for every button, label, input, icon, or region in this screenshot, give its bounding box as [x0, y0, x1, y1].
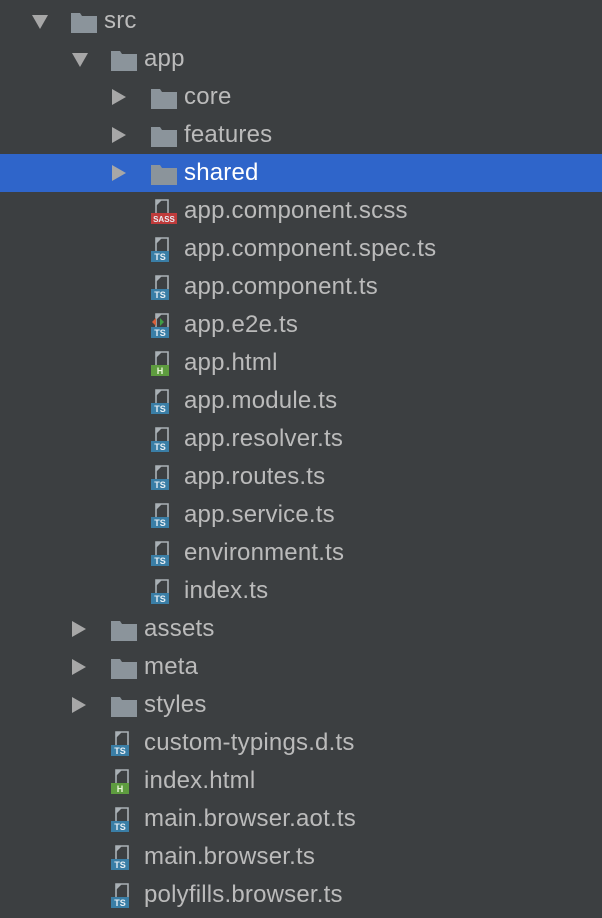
tree-item-label: features [184, 121, 273, 148]
folder-row-features[interactable]: features [0, 116, 602, 154]
tree-item-label: app.component.scss [184, 197, 408, 224]
tree-item-label: index.html [144, 767, 256, 794]
tree-item-label: app.service.ts [184, 501, 335, 528]
file-row-app-component-scss[interactable]: SASS app.component.scss [0, 192, 602, 230]
svg-text:TS: TS [154, 518, 166, 528]
svg-text:SASS: SASS [153, 215, 175, 224]
tree-item-label: custom-typings.d.ts [144, 729, 355, 756]
folder-icon [150, 161, 178, 187]
file-row-custom-typings-d-ts[interactable]: TS custom-typings.d.ts [0, 724, 602, 762]
file-row-app-routes-ts[interactable]: TS app.routes.ts [0, 458, 602, 496]
typescript-file-icon: TS [150, 427, 178, 453]
typescript-file-icon: TS [150, 237, 178, 263]
file-row-app-service-ts[interactable]: TS app.service.ts [0, 496, 602, 534]
sass-file-icon: SASS [150, 199, 178, 225]
typescript-file-icon: TS [150, 465, 178, 491]
tree-item-label: main.browser.ts [144, 843, 316, 870]
typescript-file-icon: TS [150, 541, 178, 567]
file-row-app-resolver-ts[interactable]: TS app.resolver.ts [0, 420, 602, 458]
svg-text:TS: TS [154, 594, 166, 604]
folder-row-src[interactable]: src [0, 2, 602, 40]
typescript-file-icon: TS [150, 275, 178, 301]
folder-icon [110, 617, 138, 643]
expand-arrow-right-icon[interactable] [112, 165, 126, 181]
typescript-file-icon: TS [110, 807, 138, 833]
file-row-polyfills-browser-ts[interactable]: TS polyfills.browser.ts [0, 876, 602, 914]
folder-row-shared[interactable]: shared [0, 154, 602, 192]
svg-text:TS: TS [154, 328, 166, 338]
typescript-file-icon: TS [110, 883, 138, 909]
folder-icon [70, 9, 98, 35]
html-file-icon: H [150, 351, 178, 377]
expand-arrow-right-icon[interactable] [112, 89, 126, 105]
svg-text:H: H [117, 784, 124, 794]
typescript-file-icon: TS [150, 579, 178, 605]
tree-item-label: assets [144, 615, 215, 642]
folder-row-assets[interactable]: assets [0, 610, 602, 648]
folder-icon [110, 47, 138, 73]
svg-text:TS: TS [154, 480, 166, 490]
tree-item-label: app.module.ts [184, 387, 338, 414]
file-row-index-html[interactable]: Hindex.html [0, 762, 602, 800]
e2e-test-file-icon: TS [150, 313, 178, 339]
tree-item-label: meta [144, 653, 199, 680]
svg-text:TS: TS [114, 860, 126, 870]
tree-item-label: app.routes.ts [184, 463, 326, 490]
folder-icon [110, 655, 138, 681]
file-row-app-e2e-ts[interactable]: TS app.e2e.ts [0, 306, 602, 344]
file-row-app-component-ts[interactable]: TS app.component.ts [0, 268, 602, 306]
svg-text:TS: TS [154, 556, 166, 566]
expand-arrow-right-icon[interactable] [72, 659, 86, 675]
folder-row-app[interactable]: app [0, 40, 602, 78]
tree-item-label: index.ts [184, 577, 269, 604]
tree-item-label: polyfills.browser.ts [144, 881, 343, 908]
folder-row-meta[interactable]: meta [0, 648, 602, 686]
svg-text:TS: TS [114, 898, 126, 908]
tree-item-label: app.resolver.ts [184, 425, 344, 452]
svg-text:TS: TS [154, 404, 166, 414]
svg-text:TS: TS [114, 746, 126, 756]
html-file-icon: H [110, 769, 138, 795]
file-row-index-ts[interactable]: TS index.ts [0, 572, 602, 610]
svg-text:H: H [157, 366, 164, 376]
file-row-app-module-ts[interactable]: TS app.module.ts [0, 382, 602, 420]
folder-icon [150, 85, 178, 111]
tree-item-label: app.html [184, 349, 278, 376]
folder-icon [110, 693, 138, 719]
folder-row-styles[interactable]: styles [0, 686, 602, 724]
typescript-file-icon: TS [110, 731, 138, 757]
tree-item-label: styles [144, 691, 207, 718]
tree-item-label: src [104, 7, 137, 34]
svg-text:TS: TS [154, 442, 166, 452]
svg-text:TS: TS [154, 290, 166, 300]
file-row-environment-ts[interactable]: TS environment.ts [0, 534, 602, 572]
file-row-app-component-spec-ts[interactable]: TS app.component.spec.ts [0, 230, 602, 268]
tree-item-label: shared [184, 159, 259, 186]
svg-text:TS: TS [154, 252, 166, 262]
file-row-main-browser-aot-ts[interactable]: TS main.browser.aot.ts [0, 800, 602, 838]
file-row-app-html[interactable]: Happ.html [0, 344, 602, 382]
folder-row-core[interactable]: core [0, 78, 602, 116]
folder-icon [150, 123, 178, 149]
typescript-file-icon: TS [110, 845, 138, 871]
tree-item-label: app [144, 45, 185, 72]
tree-item-label: app.component.ts [184, 273, 378, 300]
expand-arrow-down-icon[interactable] [32, 15, 48, 29]
tree-item-label: app.component.spec.ts [184, 235, 437, 262]
svg-text:TS: TS [114, 822, 126, 832]
expand-arrow-right-icon[interactable] [72, 697, 86, 713]
expand-arrow-right-icon[interactable] [72, 621, 86, 637]
typescript-file-icon: TS [150, 389, 178, 415]
tree-item-label: app.e2e.ts [184, 311, 299, 338]
file-row-main-browser-ts[interactable]: TS main.browser.ts [0, 838, 602, 876]
tree-item-label: environment.ts [184, 539, 345, 566]
tree-item-label: core [184, 83, 232, 110]
expand-arrow-right-icon[interactable] [112, 127, 126, 143]
project-tree: src app core features shared SASS app.componen… [0, 0, 602, 918]
expand-arrow-down-icon[interactable] [72, 53, 88, 67]
typescript-file-icon: TS [150, 503, 178, 529]
tree-item-label: main.browser.aot.ts [144, 805, 356, 832]
